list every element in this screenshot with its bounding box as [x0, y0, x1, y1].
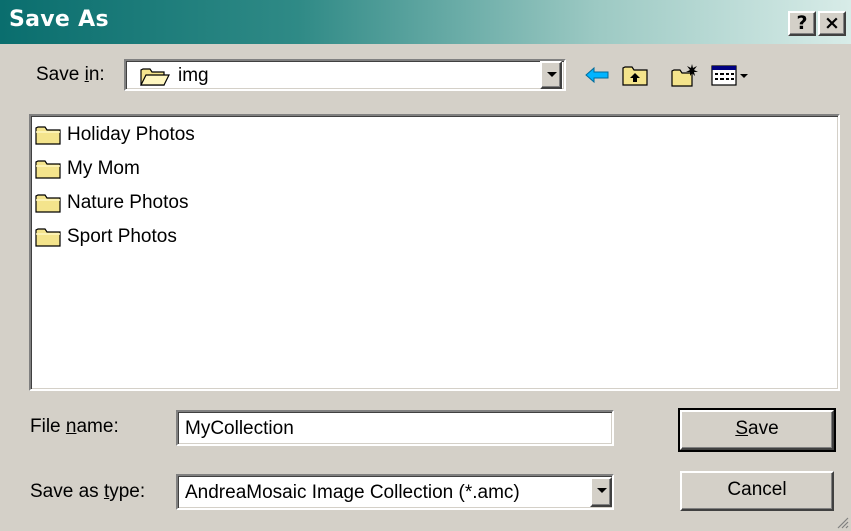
- folder-icon: [35, 126, 61, 145]
- create-new-folder-icon[interactable]: [670, 62, 700, 88]
- file-list[interactable]: Holiday Photos My Mom Nature Photos Spor…: [29, 114, 840, 391]
- window-title: Save As: [9, 7, 109, 32]
- folder-icon: [35, 228, 61, 247]
- list-item[interactable]: Holiday Photos: [35, 122, 195, 148]
- file-name-field[interactable]: MyCollection: [176, 410, 614, 446]
- save-as-type-label: Save as type:: [30, 481, 146, 502]
- help-button[interactable]: ?: [788, 11, 816, 36]
- folder-icon: [35, 160, 61, 179]
- save-in-dropdown-arrow[interactable]: [540, 61, 562, 89]
- list-item[interactable]: Nature Photos: [35, 190, 188, 216]
- list-item-label: Nature Photos: [67, 192, 189, 213]
- back-icon[interactable]: [582, 62, 612, 88]
- file-name-label: File name:: [30, 416, 119, 437]
- resize-grip-icon[interactable]: [835, 515, 849, 529]
- save-as-type-value: AndreaMosaic Image Collection (*.amc): [185, 482, 520, 503]
- list-item[interactable]: My Mom: [35, 156, 140, 182]
- list-item-label: Holiday Photos: [67, 124, 195, 145]
- save-in-label: Save in:: [36, 64, 105, 85]
- file-name-value: MyCollection: [185, 418, 294, 439]
- list-item-label: Sport Photos: [67, 226, 177, 247]
- save-as-dialog: Save As ? × Save in: img Holiday Photos …: [0, 0, 851, 531]
- save-in-dropdown[interactable]: img: [124, 59, 566, 91]
- close-button[interactable]: ×: [818, 11, 846, 36]
- title-bar[interactable]: Save As ? ×: [0, 0, 851, 44]
- open-folder-icon: [140, 68, 170, 86]
- save-as-type-dropdown[interactable]: AndreaMosaic Image Collection (*.amc): [176, 474, 614, 510]
- save-as-type-dropdown-arrow[interactable]: [590, 477, 612, 507]
- close-icon: ×: [824, 12, 840, 34]
- up-one-level-icon[interactable]: [620, 62, 650, 88]
- list-item[interactable]: Sport Photos: [35, 224, 177, 250]
- view-menu-icon[interactable]: [710, 62, 754, 88]
- save-button[interactable]: Save: [678, 408, 836, 452]
- cancel-button[interactable]: Cancel: [680, 471, 834, 511]
- list-item-label: My Mom: [67, 158, 140, 179]
- save-in-value: img: [178, 65, 209, 86]
- folder-icon: [35, 194, 61, 213]
- help-icon: ?: [796, 12, 808, 34]
